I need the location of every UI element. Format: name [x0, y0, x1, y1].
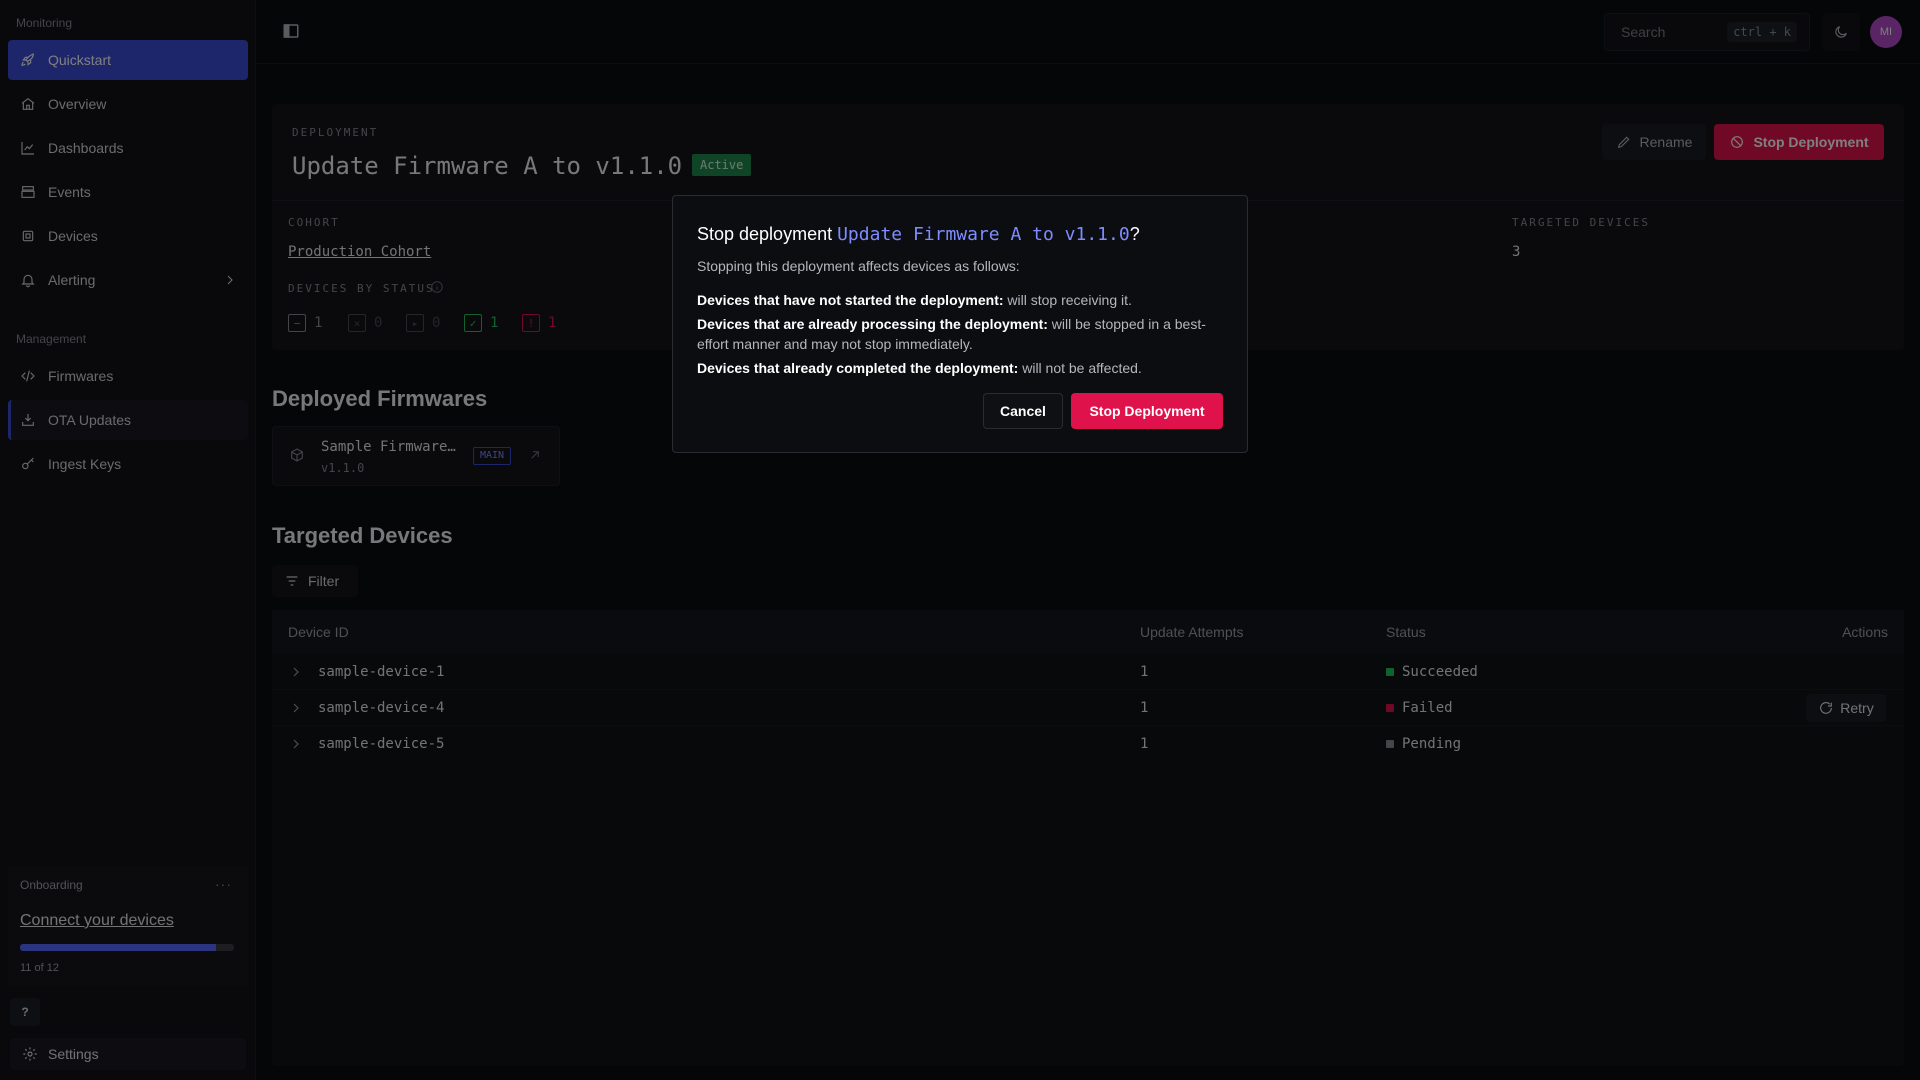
dialog-title-suffix: ?	[1129, 224, 1140, 244]
dialog-line-heading: Devices that have not started the deploy…	[697, 292, 1004, 308]
dialog-line-processing: Devices that are already processing the …	[697, 314, 1227, 354]
confirm-stop-deployment-button[interactable]: Stop Deployment	[1071, 393, 1223, 429]
dialog-line-heading: Devices that are already processing the …	[697, 316, 1048, 332]
modal-overlay[interactable]	[0, 0, 1920, 1080]
dialog-line-not-started: Devices that have not started the deploy…	[697, 290, 1227, 310]
dialog-line-text: will not be affected.	[1018, 360, 1142, 376]
dialog-line-completed: Devices that already completed the deplo…	[697, 358, 1227, 378]
stop-deployment-dialog: Stop deployment Update Firmware A to v1.…	[672, 195, 1248, 453]
dialog-line-heading: Devices that already completed the deplo…	[697, 360, 1019, 376]
dialog-title: Stop deployment Update Firmware A to v1.…	[697, 224, 1140, 245]
cancel-button[interactable]: Cancel	[983, 393, 1063, 429]
dialog-subtitle: Stopping this deployment affects devices…	[697, 258, 1020, 274]
dialog-title-prefix: Stop deployment	[697, 224, 838, 244]
dialog-line-text: will stop receiving it.	[1003, 292, 1132, 308]
dialog-title-deployment: Update Firmware A to v1.1.0	[837, 224, 1130, 245]
